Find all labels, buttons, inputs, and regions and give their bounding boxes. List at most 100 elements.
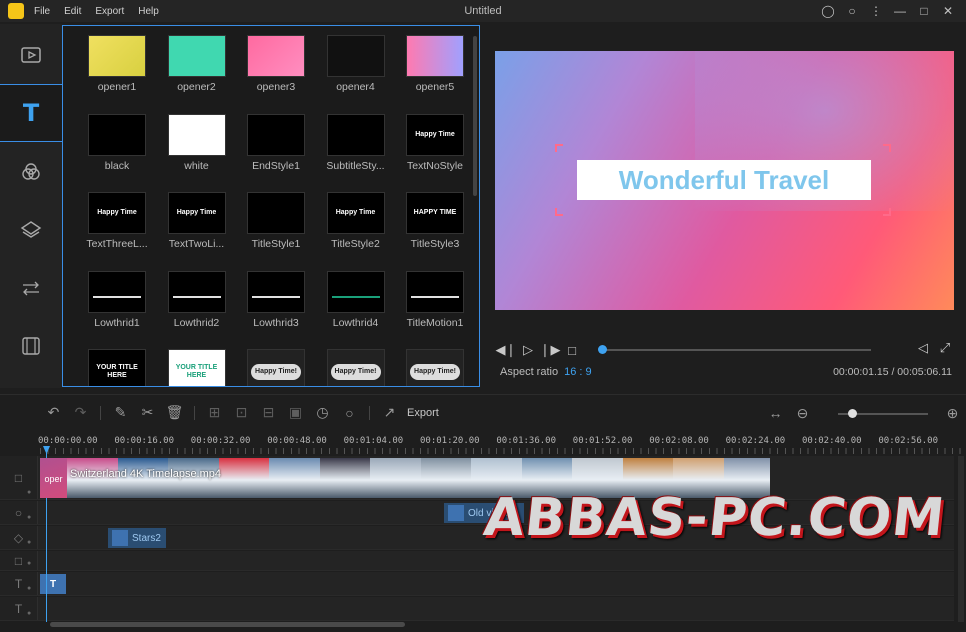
mosaic-icon[interactable]: ⊟ (255, 404, 282, 421)
export-icon[interactable]: ↗ (376, 404, 403, 421)
text-track[interactable]: T ● T (0, 572, 954, 596)
prev-frame-icon[interactable]: ◀❘ (495, 342, 517, 358)
library-item[interactable]: Lowthrid4 (316, 270, 396, 349)
timeline-hscrollbar[interactable] (50, 622, 405, 627)
corner-handle[interactable] (883, 144, 891, 152)
edit-icon[interactable]: ✎ (107, 404, 134, 421)
library-item-label: opener3 (256, 81, 296, 93)
lock-icon[interactable]: ● (27, 585, 31, 592)
crop-icon[interactable]: ⊞ (201, 404, 228, 421)
transitions-tab[interactable] (0, 259, 62, 317)
library-item[interactable]: Lowthrid3 (236, 270, 316, 349)
library-item[interactable]: opener5 (395, 35, 475, 113)
split-icon[interactable]: ✂ (134, 404, 161, 421)
library-item[interactable]: opener1 (77, 35, 157, 113)
library-item[interactable]: opener4 (316, 35, 396, 113)
ruler-tick-label: 00:01:52.00 (572, 436, 633, 446)
library-item[interactable]: SubtitleSty... (316, 113, 396, 192)
delete-icon[interactable]: 🗑 (161, 404, 188, 421)
zoom-in-icon[interactable]: ⊕ (939, 405, 966, 422)
overlays-tab[interactable] (0, 201, 62, 259)
library-item[interactable]: Happy Time! (316, 349, 396, 386)
fullscreen-icon[interactable]: ⤢ (934, 340, 956, 356)
corner-handle[interactable] (555, 208, 563, 216)
library-item[interactable]: EndStyle1 (236, 113, 316, 192)
feedback-icon[interactable]: ○ (840, 4, 864, 18)
seek-knob[interactable] (597, 345, 607, 354)
next-frame-icon[interactable]: ❘▶ (539, 342, 561, 358)
element-track[interactable]: □ ● (0, 551, 954, 571)
seek-bar[interactable] (599, 349, 871, 351)
zoom-slider[interactable] (838, 409, 928, 418)
lock-icon[interactable]: ● (27, 560, 31, 567)
speed-icon[interactable]: ◷ (309, 404, 336, 421)
video-frame-thumbnail (420, 458, 474, 498)
lock-icon[interactable]: ● (27, 514, 31, 521)
thumbnail-text: YOUR TITLE HERE (96, 364, 138, 379)
opener-clip[interactable]: oper (40, 458, 67, 498)
more-icon[interactable]: ⋮ (864, 4, 888, 18)
library-item[interactable]: YOUR TITLE HERE (77, 349, 157, 386)
menu-export[interactable]: Export (95, 6, 124, 17)
text-track-2-icon: T ● (0, 597, 38, 620)
library-item[interactable]: Lowthrid2 (157, 270, 237, 349)
stop-icon[interactable]: □ (561, 343, 583, 358)
text-clip[interactable]: T (40, 574, 66, 594)
thumbnail-text: Happy Time (415, 130, 455, 138)
menu-file[interactable]: File (34, 6, 50, 17)
library-item[interactable]: HAPPY TIME TitleStyle3 (395, 192, 475, 270)
library-thumbnail (247, 192, 305, 234)
zoom-out-icon[interactable]: ⊖ (789, 405, 816, 422)
resize-icon[interactable]: ⊡ (228, 404, 255, 421)
media-tab[interactable] (0, 26, 62, 84)
library-item[interactable]: Happy Time TitleStyle2 (316, 192, 396, 270)
corner-handle[interactable] (555, 144, 563, 152)
library-item[interactable]: Happy Time TextNoStyle (395, 113, 475, 192)
close-icon[interactable]: ✕ (936, 4, 960, 18)
maximize-icon[interactable]: □ (912, 4, 936, 18)
filters-tab[interactable] (0, 143, 62, 201)
text-tab[interactable]: T (0, 84, 62, 142)
lock-icon[interactable]: ● (27, 610, 31, 617)
filters-icon (22, 163, 40, 180)
undo-icon[interactable]: ↶ (40, 404, 67, 421)
freeze-icon[interactable]: ▣ (282, 404, 309, 421)
text-track-2[interactable]: T ● (0, 597, 954, 621)
menu-help[interactable]: Help (138, 6, 159, 17)
library-item[interactable]: white (157, 113, 237, 192)
timeline-vscrollbar[interactable] (958, 456, 964, 622)
menu-edit[interactable]: Edit (64, 6, 81, 17)
preview-canvas[interactable]: Wonderful Travel (495, 51, 954, 310)
minimize-icon[interactable]: — (888, 4, 912, 18)
library-item[interactable]: TitleStyle1 (236, 192, 316, 270)
account-icon[interactable]: ◯ (816, 4, 840, 18)
library-item[interactable]: Happy Time! (395, 349, 475, 386)
aspect-value[interactable]: 16 : 9 (564, 366, 592, 378)
lock-icon[interactable]: ● (27, 489, 31, 496)
volume-icon[interactable]: ◁ (912, 340, 934, 356)
time-ruler[interactable]: 00:00:00.00 00:00:16.00 00:00:32.00 00:00:4… (0, 432, 966, 454)
library-item[interactable]: Happy Time TextTwoLi... (157, 192, 237, 270)
elements-tab[interactable] (0, 317, 62, 375)
library-item[interactable]: YOUR TITLE HERE (157, 349, 237, 386)
corner-handle[interactable] (883, 208, 891, 216)
library-item[interactable]: Lowthrid1 (77, 270, 157, 349)
thumbnail-text: Happy Time (176, 209, 217, 216)
record-icon[interactable]: ○ (336, 405, 363, 421)
library-item[interactable]: Happy Time TextThreeL... (77, 192, 157, 270)
zoom-knob[interactable] (848, 409, 857, 418)
library-item[interactable]: opener2 (157, 35, 237, 113)
redo-icon[interactable]: ↷ (67, 404, 94, 421)
library-item[interactable]: TitleMotion1 (395, 270, 475, 349)
thumbnail-line (172, 295, 221, 298)
library-item[interactable]: black (77, 113, 157, 192)
library-item[interactable]: Happy Time! (236, 349, 316, 386)
library-item[interactable]: opener3 (236, 35, 316, 113)
play-icon[interactable]: ▷ (517, 342, 539, 358)
overlay-clip[interactable]: Stars2 (108, 528, 166, 548)
fit-icon[interactable]: ↔ (762, 405, 789, 422)
preview-title-box[interactable]: Wonderful Travel (577, 160, 871, 200)
library-scrollbar[interactable] (473, 36, 477, 196)
lock-icon[interactable]: ● (27, 539, 31, 546)
export-button[interactable]: Export (407, 407, 439, 419)
